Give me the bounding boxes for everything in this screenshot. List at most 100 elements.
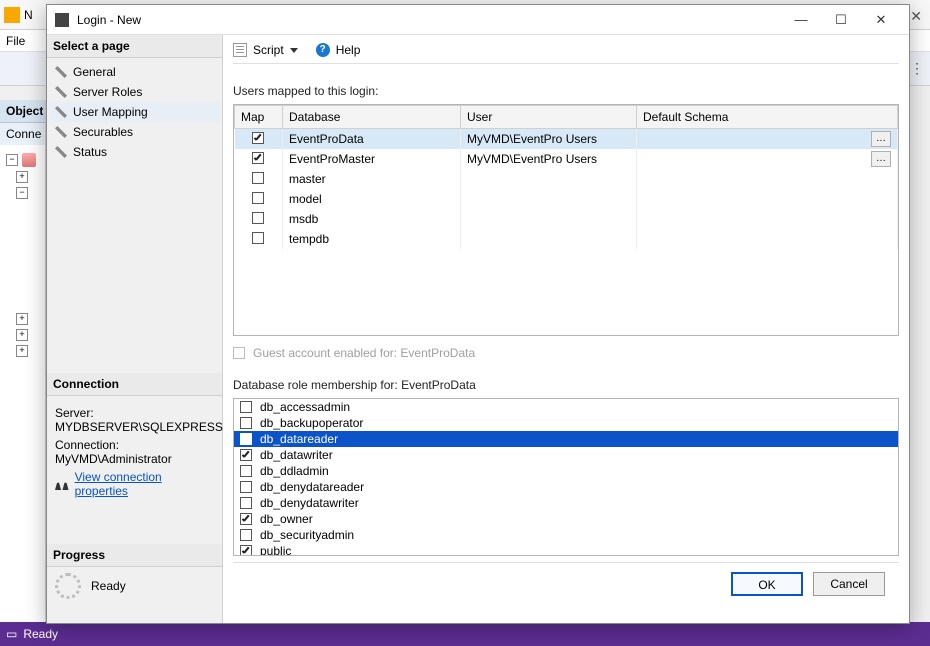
role-item[interactable]: db_denydatareader	[234, 479, 898, 495]
dialog-left-panel: Select a page GeneralServer RolesUser Ma…	[47, 35, 223, 623]
col-schema[interactable]: Default Schema	[637, 106, 898, 129]
mapping-row[interactable]: tempdb	[235, 229, 898, 249]
map-checkbox[interactable]	[252, 212, 264, 224]
app-icon	[4, 7, 20, 23]
tree-expand-icon[interactable]: +	[16, 329, 28, 341]
map-checkbox[interactable]	[252, 152, 264, 164]
schema-cell[interactable]: …	[637, 129, 898, 150]
db-cell[interactable]: model	[283, 189, 461, 209]
role-item[interactable]: db_backupoperator	[234, 415, 898, 431]
mapping-row[interactable]: model	[235, 189, 898, 209]
page-item-securables[interactable]: Securables	[49, 122, 220, 142]
role-checkbox[interactable]	[240, 401, 252, 413]
dialog-right-panel: Script ? Help Users mapped to this login…	[223, 35, 909, 623]
schema-browse-button[interactable]: …	[871, 151, 891, 167]
col-map[interactable]: Map	[235, 106, 283, 129]
schema-cell[interactable]	[637, 229, 898, 249]
menu-file[interactable]: File	[6, 34, 25, 48]
connection-header: Connection	[47, 373, 222, 396]
page-item-general[interactable]: General	[49, 62, 220, 82]
col-database[interactable]: Database	[283, 106, 461, 129]
db-cell[interactable]: tempdb	[283, 229, 461, 249]
role-name: db_datareader	[260, 432, 338, 446]
script-dropdown-icon[interactable]	[290, 48, 298, 53]
user-cell[interactable]	[461, 169, 637, 189]
role-item[interactable]: db_accessadmin	[234, 399, 898, 415]
script-icon	[233, 43, 247, 57]
db-cell[interactable]: EventProMaster	[283, 149, 461, 169]
mapping-row[interactable]: msdb	[235, 209, 898, 229]
role-item[interactable]: db_owner	[234, 511, 898, 527]
role-checkbox[interactable]	[240, 497, 252, 509]
schema-browse-button[interactable]: …	[871, 131, 891, 147]
schema-cell[interactable]	[637, 169, 898, 189]
dialog-titlebar[interactable]: Login - New — ☐ ✕	[47, 5, 909, 35]
schema-cell[interactable]	[637, 209, 898, 229]
progress-body: Ready	[47, 567, 222, 605]
bg-title: N	[24, 8, 33, 22]
roles-list[interactable]: db_accessadmindb_backupoperatordb_datare…	[233, 398, 899, 556]
role-checkbox[interactable]	[240, 545, 252, 556]
role-checkbox[interactable]	[240, 433, 252, 445]
view-connection-properties-link[interactable]: View connection properties	[55, 470, 214, 498]
user-cell[interactable]: MyVMD\EventPro Users	[461, 149, 637, 169]
mapping-row[interactable]: EventProDataMyVMD\EventPro Users …	[235, 129, 898, 150]
minimize-button[interactable]: —	[781, 8, 821, 31]
maximize-button[interactable]: ☐	[821, 8, 861, 32]
role-checkbox[interactable]	[240, 449, 252, 461]
page-item-user-mapping[interactable]: User Mapping	[49, 102, 220, 122]
role-item[interactable]: db_securityadmin	[234, 527, 898, 543]
db-cell[interactable]: EventProData	[283, 129, 461, 150]
close-button[interactable]: ✕	[861, 8, 901, 32]
map-checkbox[interactable]	[252, 172, 264, 184]
role-checkbox[interactable]	[240, 465, 252, 477]
role-item[interactable]: db_datareader	[234, 431, 898, 447]
server-value: MYDBSERVER\SQLEXPRESS	[55, 420, 214, 434]
map-checkbox[interactable]	[252, 132, 264, 144]
tree-collapse-icon[interactable]: −	[16, 187, 28, 199]
wrench-icon	[55, 106, 67, 118]
role-checkbox[interactable]	[240, 513, 252, 525]
role-item[interactable]: db_datawriter	[234, 447, 898, 463]
script-button[interactable]: Script	[253, 43, 284, 57]
toolbar-overflow-icon[interactable]: ⋮	[910, 60, 924, 77]
object-explorer-connect[interactable]: Conne	[0, 123, 45, 145]
user-mapping-grid[interactable]: Map Database User Default Schema EventPr…	[233, 104, 899, 336]
role-item[interactable]: db_denydatawriter	[234, 495, 898, 511]
role-item[interactable]: public	[234, 543, 898, 556]
user-cell[interactable]	[461, 189, 637, 209]
role-item[interactable]: db_ddladmin	[234, 463, 898, 479]
ok-button[interactable]: OK	[731, 572, 803, 596]
role-name: db_denydatareader	[260, 480, 364, 494]
cancel-button[interactable]: Cancel	[813, 572, 885, 596]
wrench-icon	[55, 66, 67, 78]
progress-header: Progress	[47, 544, 222, 567]
page-item-status[interactable]: Status	[49, 142, 220, 162]
schema-cell[interactable]: …	[637, 149, 898, 169]
role-checkbox[interactable]	[240, 481, 252, 493]
page-item-label: Server Roles	[73, 85, 142, 99]
role-name: db_securityadmin	[260, 528, 354, 542]
user-cell[interactable]	[461, 229, 637, 249]
map-checkbox[interactable]	[252, 192, 264, 204]
user-cell[interactable]: MyVMD\EventPro Users	[461, 129, 637, 150]
page-item-server-roles[interactable]: Server Roles	[49, 82, 220, 102]
map-checkbox[interactable]	[252, 232, 264, 244]
role-checkbox[interactable]	[240, 529, 252, 541]
tree-expand-icon[interactable]: +	[16, 171, 28, 183]
tree-expand-icon[interactable]: +	[16, 313, 28, 325]
login-dialog: Login - New — ☐ ✕ Select a page GeneralS…	[46, 4, 910, 624]
mapping-row[interactable]: EventProMasterMyVMD\EventPro Users …	[235, 149, 898, 169]
mapping-row[interactable]: master	[235, 169, 898, 189]
user-cell[interactable]	[461, 209, 637, 229]
tree-collapse-icon[interactable]: −	[6, 154, 18, 166]
schema-cell[interactable]	[637, 189, 898, 209]
role-checkbox[interactable]	[240, 417, 252, 429]
db-cell[interactable]: master	[283, 169, 461, 189]
help-button[interactable]: Help	[336, 43, 361, 57]
people-icon	[55, 478, 69, 490]
col-user[interactable]: User	[461, 106, 637, 129]
tree-expand-icon[interactable]: +	[16, 345, 28, 357]
db-cell[interactable]: msdb	[283, 209, 461, 229]
bg-close-x[interactable]: ✕	[910, 8, 922, 25]
